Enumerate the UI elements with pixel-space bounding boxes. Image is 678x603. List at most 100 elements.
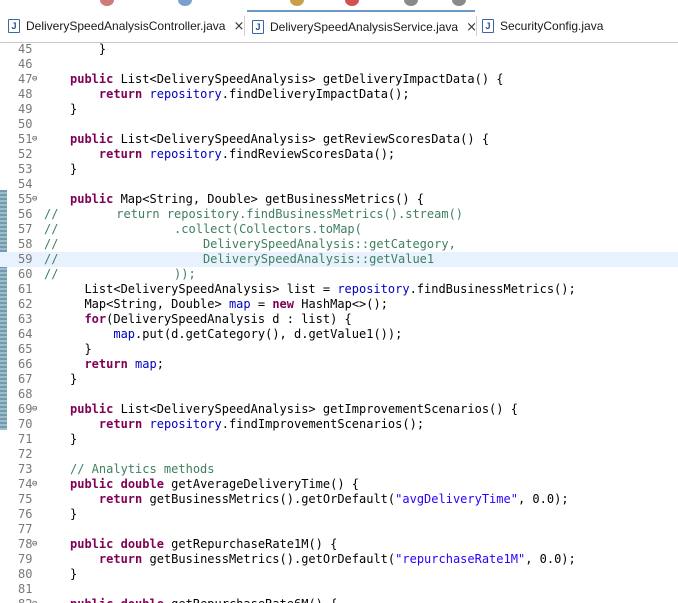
- fold-toggle-icon[interactable]: ⊖: [32, 477, 37, 492]
- code-token: .put(d.getCategory(), d.getValue1());: [135, 327, 403, 341]
- code-line[interactable]: 56 // return repository.findBusinessMetri…: [0, 207, 678, 222]
- tab-security-config[interactable]: J SecurityConfig.java: [478, 10, 628, 42]
- code-line[interactable]: 53}: [0, 162, 678, 177]
- commented-code: // DeliverySpeedAnalysis::getCategory,: [44, 237, 456, 251]
- code-line[interactable]: 50: [0, 117, 678, 132]
- code-line[interactable]: 75 return getBusinessMetrics().getOrDefa…: [0, 492, 678, 507]
- code-token: , 0.0);: [517, 492, 569, 506]
- commented-code: // return repository.findBusinessMetrics…: [44, 207, 464, 221]
- commented-code: // ));: [44, 267, 196, 281]
- code-token: map: [228, 297, 251, 311]
- code-line[interactable]: 79 return getBusinessMetrics().getOrDefa…: [0, 552, 678, 567]
- code-line[interactable]: 54: [0, 177, 678, 192]
- line-number: 61: [18, 282, 33, 296]
- code-editor[interactable]: 45 } 46 47 ⊖ public List<DeliverySpeedAnalys…: [0, 42, 678, 603]
- code-token: public: [70, 597, 113, 603]
- fold-toggle-icon[interactable]: ⊖: [32, 537, 37, 552]
- line-number: 77: [18, 522, 33, 536]
- code-token: }: [70, 342, 92, 356]
- code-text: for(DeliverySpeedAnalysis d : list) {: [70, 312, 351, 327]
- tab-delivery-speed-analysis-controller[interactable]: J DeliverySpeedAnalysisController.java ×: [4, 10, 244, 42]
- code-line[interactable]: 55 ⊖ public Map<String, Double> getBusines…: [0, 192, 678, 207]
- line-number: 59: [18, 252, 33, 266]
- code-line[interactable]: 76}: [0, 507, 678, 522]
- line-number: 45: [18, 42, 33, 56]
- code-line[interactable]: 45 }: [0, 42, 678, 57]
- code-token: }: [70, 42, 107, 56]
- line-number: 56: [18, 207, 33, 221]
- close-icon[interactable]: ×: [233, 19, 244, 34]
- line-number: 52: [18, 147, 33, 161]
- code-token: =: [250, 297, 273, 311]
- java-file-icon: J: [252, 20, 264, 34]
- code-token: .findDeliveryImpactData();: [221, 87, 410, 101]
- tab-label: DeliverySpeedAnalysisService.java: [270, 20, 459, 34]
- fold-toggle-icon[interactable]: ⊖: [32, 72, 37, 87]
- code-line[interactable]: 73 // Analytics methods: [0, 462, 678, 477]
- code-text: public List<DeliverySpeedAnalysis> getDe…: [70, 72, 504, 87]
- code-token: "avgDeliveryTime": [395, 492, 518, 506]
- line-number: 50: [18, 117, 33, 131]
- line-number: 53: [18, 162, 33, 176]
- code-line[interactable]: 62 Map<String, Double> map = new HashMap…: [0, 297, 678, 312]
- code-line[interactable]: 80}: [0, 567, 678, 582]
- code-token: List<DeliverySpeedAnalysis> list =: [70, 282, 338, 296]
- code-line[interactable]: 68: [0, 387, 678, 402]
- code-line[interactable]: 67}: [0, 372, 678, 387]
- fold-toggle-icon[interactable]: ⊖: [32, 597, 37, 603]
- code-text: }: [70, 42, 106, 57]
- code-token: }: [70, 102, 78, 116]
- code-line[interactable]: 60 // ));: [0, 267, 678, 282]
- line-number: 70: [18, 417, 33, 431]
- code-line[interactable]: 81: [0, 582, 678, 597]
- code-line[interactable]: 66 return map;: [0, 357, 678, 372]
- fold-toggle-icon[interactable]: ⊖: [32, 132, 37, 147]
- code-line[interactable]: 59 // DeliverySpeedAnalysis::getValue1: [0, 252, 678, 267]
- code-line[interactable]: 46: [0, 57, 678, 72]
- code-token: }: [70, 567, 78, 581]
- line-number: 81: [18, 582, 33, 596]
- code-line[interactable]: 78 ⊖ public double getRepurchaseRate1M() {: [0, 537, 678, 552]
- code-text: return repository.findReviewScoresData()…: [70, 147, 395, 162]
- code-line[interactable]: 58 // DeliverySpeedAnalysis::getCategory,: [0, 237, 678, 252]
- code-line[interactable]: 77: [0, 522, 678, 537]
- code-token: getRepurchaseRate1M() {: [163, 537, 338, 551]
- code-token: }: [70, 507, 78, 521]
- code-line[interactable]: 72: [0, 447, 678, 462]
- line-number: 75: [18, 492, 33, 506]
- code-line[interactable]: 51 ⊖ public List<DeliverySpeedAnalysis> ge…: [0, 132, 678, 147]
- code-line[interactable]: 82⊖ public double getRepurchaseRate6M() {: [0, 597, 678, 603]
- commented-code: // .collect(Collectors.toMap(: [44, 222, 362, 236]
- toolbar-icon: [178, 0, 192, 6]
- code-text: return getBusinessMetrics().getOrDefault…: [70, 492, 569, 507]
- code-token: public: [70, 72, 114, 86]
- tab-divider: [244, 16, 245, 36]
- fold-toggle-icon[interactable]: ⊖: [32, 402, 37, 417]
- line-number: 49: [18, 102, 33, 116]
- code-line[interactable]: 64 map.put(d.getCategory(), d.getValue1(…: [0, 327, 678, 342]
- line-number: 82: [18, 597, 42, 603]
- code-text: // Analytics methods: [70, 462, 215, 477]
- code-line[interactable]: 69 ⊖ public List<DeliverySpeedAnalysis> ge…: [0, 402, 678, 417]
- code-line[interactable]: 65 }: [0, 342, 678, 357]
- code-line[interactable]: 57 // .collect(Collectors.toMap(: [0, 222, 678, 237]
- code-token: repository: [149, 87, 222, 101]
- code-line[interactable]: 52 return repository.findReviewScoresDat…: [0, 147, 678, 162]
- code-line[interactable]: 47 ⊖ public List<DeliverySpeedAnalysis> ge…: [0, 72, 678, 87]
- code-line[interactable]: 63 for(DeliverySpeedAnalysis d : list) {: [0, 312, 678, 327]
- code-text: List<DeliverySpeedAnalysis> list = repos…: [70, 282, 575, 297]
- code-line[interactable]: 74 ⊖ public double getAverageDeliveryTime(…: [0, 477, 678, 492]
- line-number: 69: [18, 402, 33, 416]
- java-file-icon: J: [8, 19, 20, 33]
- code-line[interactable]: 48 return repository.findDeliveryImpactD…: [0, 87, 678, 102]
- code-line[interactable]: 61 List<DeliverySpeedAnalysis> list = re…: [0, 282, 678, 297]
- code-line[interactable]: 49}: [0, 102, 678, 117]
- code-line[interactable]: 71}: [0, 432, 678, 447]
- tab-delivery-speed-analysis-service[interactable]: J DeliverySpeedAnalysisService.java ×: [247, 10, 477, 42]
- code-line[interactable]: 70 return repository.findImprovementScen…: [0, 417, 678, 432]
- fold-toggle-icon[interactable]: ⊖: [32, 192, 37, 207]
